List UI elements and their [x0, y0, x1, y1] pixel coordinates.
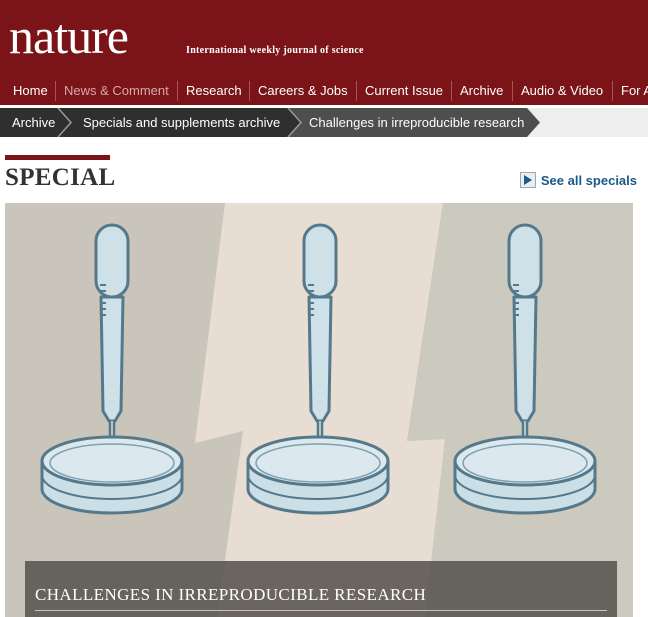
breadcrumb-track: Archive Specials and supplements archive…: [0, 108, 540, 137]
play-arrow-icon: [519, 172, 536, 188]
hero-illustration: [5, 203, 633, 617]
nav-item-research[interactable]: Research: [178, 77, 250, 105]
section-title: SPECIAL: [5, 164, 116, 191]
nav-item-news-comment[interactable]: News & Comment: [56, 77, 177, 105]
nav-item-audio-video[interactable]: Audio & Video: [513, 77, 611, 105]
see-all-specials-label: See all specials: [540, 172, 637, 188]
nav-item-careers-jobs[interactable]: Careers & Jobs: [250, 77, 356, 105]
breadcrumb: Archive Specials and supplements archive…: [0, 108, 648, 137]
nav-item-current-issue[interactable]: Current Issue: [357, 77, 451, 105]
caption-divider: [35, 610, 607, 611]
petri-dish-icon: [40, 435, 184, 515]
breadcrumb-label-specials-archive: Specials and supplements archive: [83, 115, 280, 130]
breadcrumb-label-current: Challenges in irreproducible research: [309, 115, 524, 130]
hero-banner[interactable]: CHALLENGES IN IRREPRODUCIBLE RESEARCH: [5, 203, 633, 617]
section-accent-rule: [5, 155, 110, 160]
hero-caption: CHALLENGES IN IRREPRODUCIBLE RESEARCH: [25, 561, 617, 617]
site-header: nature International weekly journal of s…: [0, 0, 648, 105]
nature-logo[interactable]: nature: [9, 6, 129, 66]
petri-dish-icon: [453, 435, 597, 515]
see-all-specials-link[interactable]: See all specials: [519, 172, 637, 188]
petri-dish-icon: [246, 435, 390, 515]
site-tagline: International weekly journal of science: [186, 45, 364, 56]
nav-item-home[interactable]: Home: [5, 77, 56, 105]
breadcrumb-label-archive: Archive: [12, 115, 55, 130]
hero-caption-title[interactable]: CHALLENGES IN IRREPRODUCIBLE RESEARCH: [35, 585, 426, 605]
nav-item-archive[interactable]: Archive: [452, 77, 511, 105]
nav-item-for-authors[interactable]: For A: [613, 77, 648, 105]
